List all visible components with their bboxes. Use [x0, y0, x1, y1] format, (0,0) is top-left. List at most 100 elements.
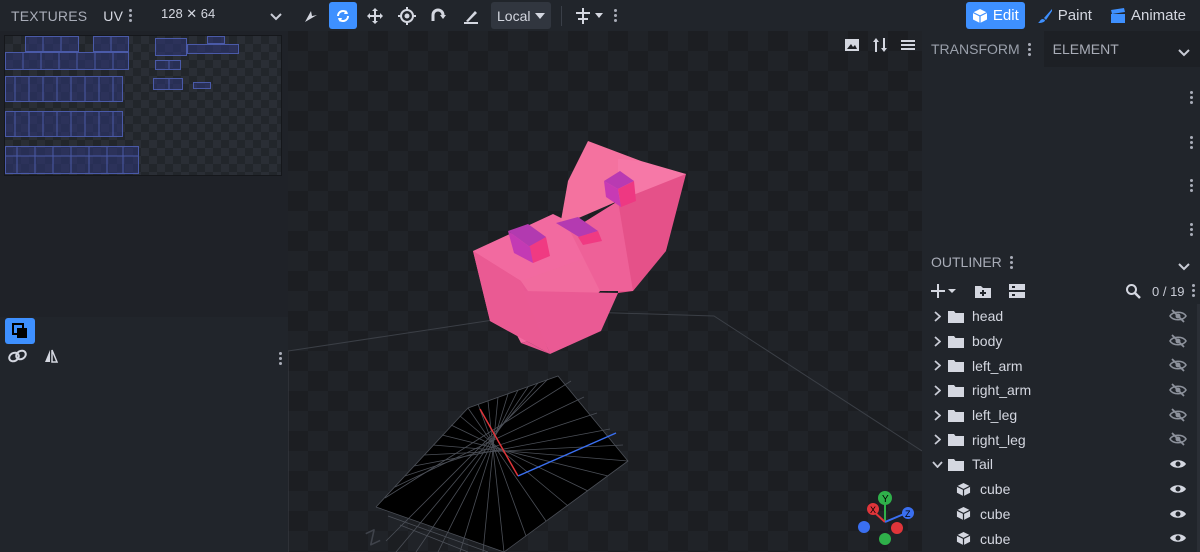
toolbar-menu-icon[interactable]: [610, 9, 620, 23]
bend-tool-icon[interactable]: [425, 2, 453, 29]
cube-icon: [956, 482, 974, 497]
tab-transform[interactable]: TRANSFORM: [922, 31, 1044, 67]
outliner-item-label: body: [972, 333, 1003, 350]
cube-icon: [972, 8, 988, 23]
mirror-uv-icon[interactable]: [36, 343, 66, 369]
vertex-snap-icon[interactable]: [457, 2, 485, 29]
mirror-modeling-icon[interactable]: [572, 2, 606, 29]
panel-tabs: TRANSFORM ELEMENT: [922, 31, 1200, 67]
collapse-all-icon[interactable]: [1008, 283, 1026, 302]
caret-down-icon: [535, 12, 546, 19]
outliner-item-label: left_arm: [972, 357, 1023, 374]
outliner-item-cube[interactable]: cube: [922, 502, 1200, 527]
transform-space-value: Local: [497, 7, 531, 24]
outliner-item-tail[interactable]: Tail: [922, 452, 1200, 477]
add-icon[interactable]: [930, 283, 956, 302]
mode-edit[interactable]: Edit: [965, 2, 1025, 29]
tab-element[interactable]: ELEMENT: [1044, 31, 1128, 67]
outliner-count: 0 / 19: [1152, 284, 1185, 299]
outliner-item-left-arm[interactable]: left_arm: [922, 353, 1200, 378]
eye-icon[interactable]: [1169, 482, 1187, 499]
chevron-down-icon[interactable]: [1178, 44, 1190, 60]
outliner-item-right-leg[interactable]: right_leg: [922, 427, 1200, 452]
transform-menu-icon[interactable]: [1025, 42, 1035, 56]
orientation-gizmo[interactable]: Y X Z: [858, 491, 914, 545]
outliner-item-label: cube: [980, 481, 1011, 498]
chevron-down-icon[interactable]: [1178, 258, 1190, 274]
3d-viewport[interactable]: Y X Z Z: [288, 31, 922, 552]
eye-icon[interactable]: [1169, 531, 1187, 548]
chevron-down-icon[interactable]: [930, 461, 944, 468]
copy-faces-icon[interactable]: [5, 318, 35, 344]
eye-hidden-icon[interactable]: [1169, 432, 1187, 449]
eye-hidden-icon[interactable]: [1169, 383, 1187, 400]
link-icon[interactable]: [3, 343, 33, 369]
mode-paint[interactable]: Paint: [1031, 2, 1098, 29]
add-group-icon[interactable]: [974, 283, 992, 302]
chevron-right-icon[interactable]: [930, 360, 944, 371]
tab-transform-label: TRANSFORM: [931, 41, 1020, 57]
scene: Y X Z Z: [288, 141, 922, 552]
transform-row-menu-icon[interactable]: [1186, 135, 1196, 149]
mode-label: Edit: [992, 7, 1019, 24]
rotate-tool-icon[interactable]: [329, 2, 357, 29]
ground-compass-z: Z: [363, 525, 383, 550]
outliner-item-right-arm[interactable]: right_arm: [922, 378, 1200, 403]
outliner-item-head[interactable]: head: [922, 304, 1200, 329]
search-icon[interactable]: [1125, 283, 1141, 302]
chevron-right-icon[interactable]: [930, 409, 944, 421]
transform-row-menu-icon[interactable]: [1186, 90, 1196, 104]
move-tool-icon[interactable]: [297, 2, 325, 29]
uv-grid-lines: [5, 36, 170, 174]
uv-menu-icon[interactable]: [125, 9, 135, 23]
outliner-item-cube[interactable]: cube: [922, 526, 1200, 551]
eye-icon[interactable]: [1169, 457, 1187, 474]
gizmo-x-label: X: [870, 505, 876, 515]
outliner-item-left-leg[interactable]: left_leg: [922, 403, 1200, 428]
folder-icon: [948, 359, 966, 373]
uv-panel-header: TEXTURES UV 128 ✕ 64: [0, 0, 288, 31]
translate-arrows-icon[interactable]: [361, 2, 389, 29]
tab-element-label: ELEMENT: [1052, 41, 1119, 57]
transform-space-select[interactable]: Local: [491, 2, 552, 29]
eye-hidden-icon[interactable]: [1169, 309, 1187, 326]
texture-resolution: 128 ✕ 64: [161, 6, 216, 21]
folder-icon: [948, 433, 966, 447]
eye-hidden-icon[interactable]: [1169, 408, 1187, 425]
outliner-item-label: cube: [980, 530, 1011, 547]
outliner-options-icon[interactable]: [1188, 283, 1198, 297]
outliner-item-label: right_arm: [972, 382, 1032, 399]
folder-icon: [948, 335, 966, 348]
outliner-item-label: head: [972, 308, 1004, 325]
gizmo-y-label: Y: [882, 494, 889, 505]
toolbar-divider: [561, 5, 563, 26]
outliner-item-label: cube: [980, 505, 1011, 522]
ground-outline: [288, 310, 922, 552]
outliner-item-label: Tail: [972, 456, 994, 473]
transform-row-menu-icon[interactable]: [1186, 222, 1196, 236]
outliner-menu-icon[interactable]: [1007, 255, 1017, 269]
chevron-right-icon[interactable]: [930, 335, 944, 347]
uv-tools-menu-icon[interactable]: [275, 351, 285, 365]
chevron-down-icon[interactable]: [270, 8, 282, 24]
outliner-header: OUTLINER: [922, 248, 1200, 276]
transform-row-menu-icon[interactable]: [1186, 178, 1196, 192]
eye-icon[interactable]: [1169, 507, 1187, 524]
tab-textures[interactable]: TEXTURES: [5, 8, 93, 24]
eye-hidden-icon[interactable]: [1169, 358, 1187, 375]
eye-hidden-icon[interactable]: [1169, 334, 1187, 351]
chevron-right-icon[interactable]: [930, 385, 944, 396]
uv-editor-canvas[interactable]: [4, 35, 282, 176]
chevron-right-icon[interactable]: [930, 311, 944, 322]
outliner-item-body[interactable]: body: [922, 329, 1200, 354]
mode-animate[interactable]: Animate: [1104, 2, 1192, 29]
uv-tools-panel: [0, 317, 288, 552]
mode-selector: Edit Paint Animate: [965, 2, 1192, 29]
tail-model[interactable]: [473, 141, 686, 354]
pivot-tool-icon[interactable]: [393, 2, 421, 29]
chevron-right-icon[interactable]: [930, 434, 944, 445]
folder-icon: [948, 384, 966, 397]
tab-uv[interactable]: UV: [93, 8, 125, 24]
outliner-title: OUTLINER: [931, 254, 1002, 270]
outliner-item-cube[interactable]: cube: [922, 477, 1200, 502]
